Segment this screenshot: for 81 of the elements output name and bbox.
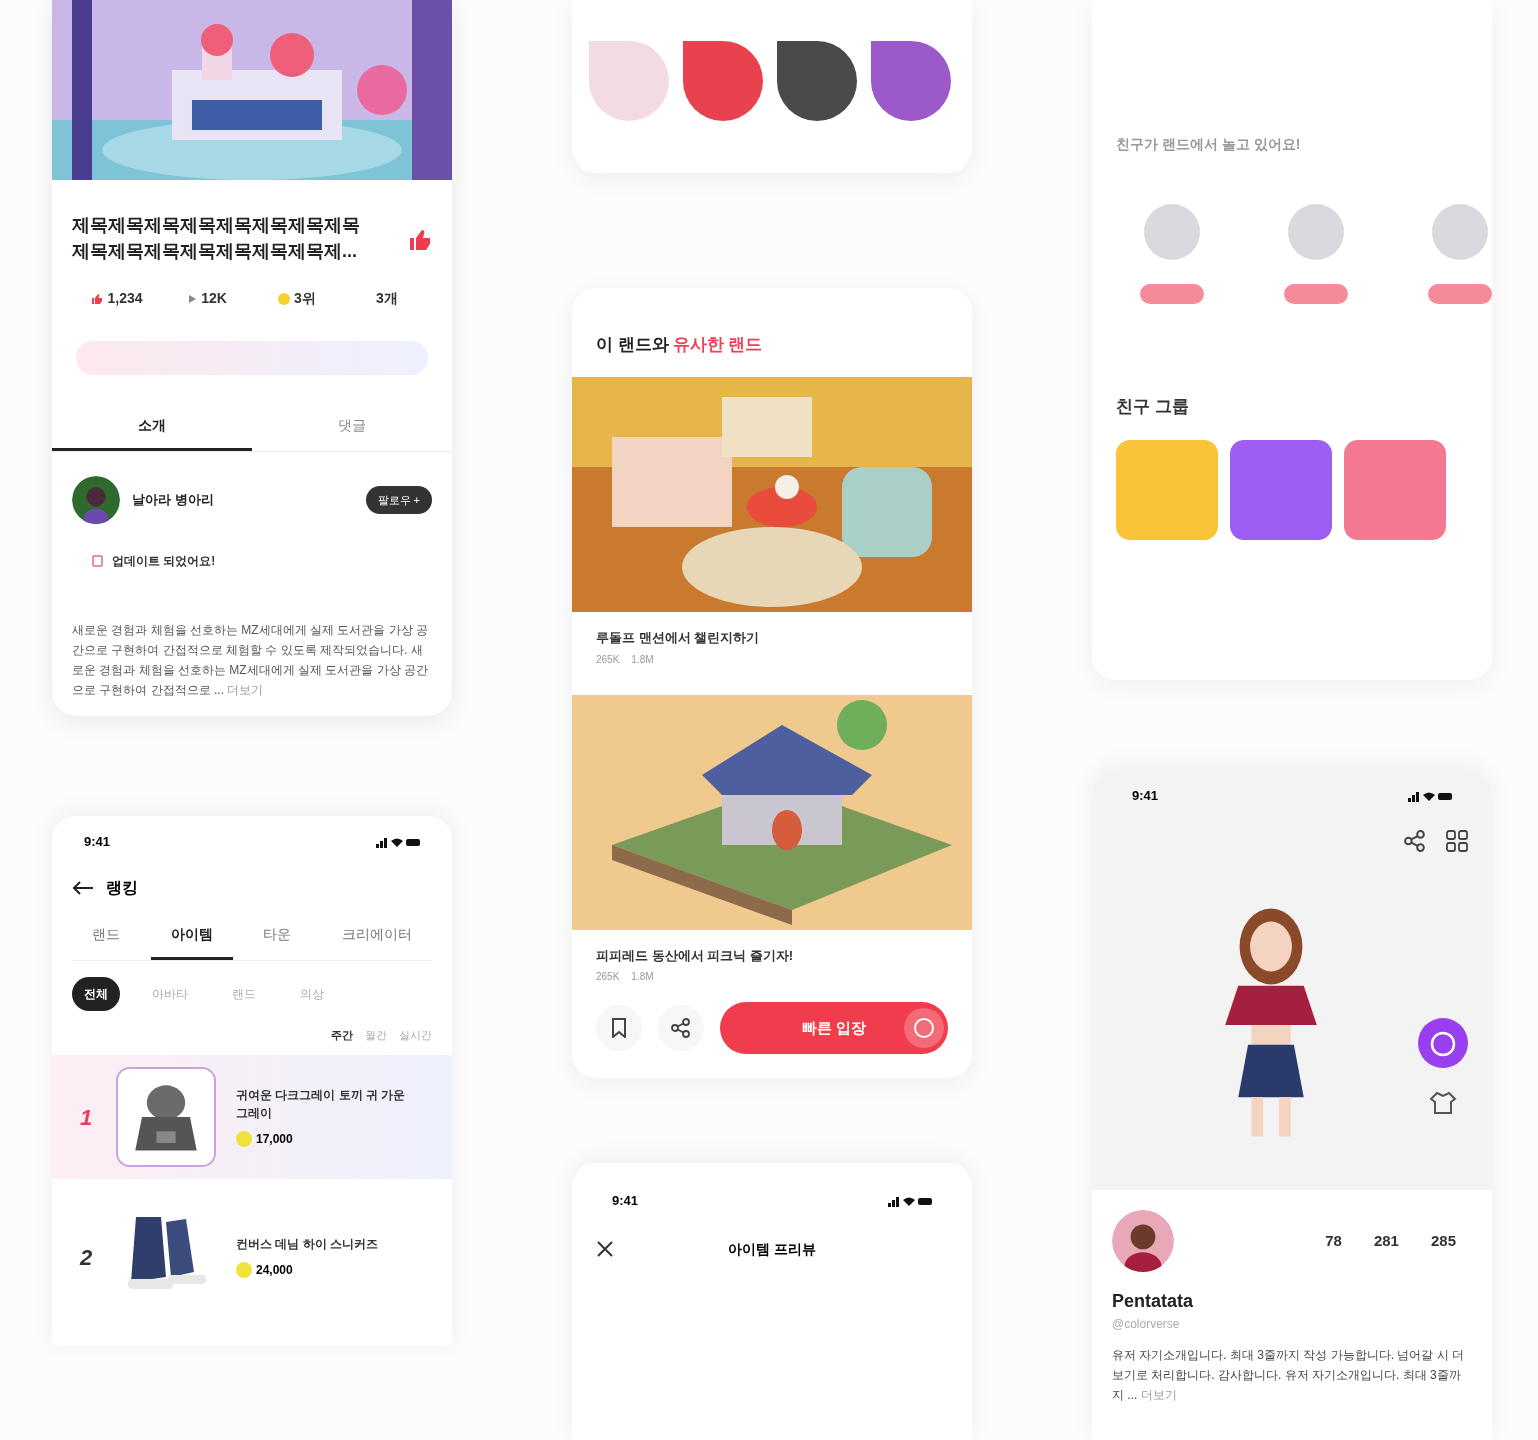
close-icon[interactable] bbox=[596, 1240, 614, 1259]
section-title: 친구가 랜드에서 놀고 있어요! bbox=[1116, 136, 1301, 152]
description: 새로운 경험과 체험을 선호하는 MZ세대에게 실제 도서관을 가상 공간으로 구현하여 간접적으로 체험할 수 있도록 제작되었습니다. 새로운 경험과 체험을 선호하는 MZ세대에게 실제 도서관을 가상 공간으로 구현하여 간접적으로 ... 더보기 bbox=[72, 622, 429, 699]
filter-chip[interactable]: 의상 bbox=[288, 976, 336, 1011]
land-title: 제목제목제목제목제목제목제목제목 제목제목제목제목제목제목제목제... bbox=[72, 214, 361, 263]
thumbs-up-icon[interactable] bbox=[408, 228, 432, 252]
section-title-accent: 유사한 랜드 bbox=[672, 333, 763, 356]
item-price: 17,000 bbox=[256, 1131, 293, 1148]
visit-pill[interactable] bbox=[1140, 284, 1204, 304]
likes-count: 265K bbox=[596, 652, 620, 667]
bookmark-button[interactable] bbox=[596, 1005, 642, 1052]
stat-value: 3위 bbox=[294, 289, 316, 308]
section-title: 이 랜드와 bbox=[596, 333, 669, 356]
visits-count: 1.8M bbox=[631, 970, 654, 985]
item-price: 24,000 bbox=[256, 1262, 293, 1279]
profile-name: Pentatata bbox=[1112, 1290, 1195, 1313]
brand-logo-icon[interactable] bbox=[870, 40, 952, 122]
land-title: 루돌프 맨션에서 챌린지하기 bbox=[595, 629, 761, 648]
more-link[interactable]: 더보기 bbox=[1140, 1388, 1177, 1402]
period-option[interactable]: 주간 bbox=[331, 1026, 353, 1043]
filter-chip[interactable]: 아바타 bbox=[140, 976, 200, 1011]
section-title: 친구 그룹 bbox=[1116, 396, 1190, 418]
visit-pill[interactable] bbox=[1284, 284, 1348, 304]
stat-value: 3개 bbox=[376, 289, 398, 308]
period-option[interactable]: 실시간 bbox=[399, 1026, 432, 1043]
profile-handle: @colorverse bbox=[1112, 1316, 1181, 1333]
status-time: 9:41 bbox=[84, 833, 111, 851]
tab[interactable]: 댓글 bbox=[252, 415, 452, 451]
friend-group-tile[interactable] bbox=[1116, 439, 1218, 540]
update-title: 업데이트 되었어요! bbox=[112, 553, 216, 570]
profile-stat: 281 bbox=[1373, 1230, 1399, 1251]
stat-value: 1,234 bbox=[107, 289, 143, 308]
status-time: 9:41 bbox=[1132, 787, 1159, 805]
visit-pill[interactable] bbox=[1428, 284, 1492, 304]
tab[interactable]: 타운 bbox=[243, 923, 312, 960]
filter-chip[interactable]: 전체 bbox=[72, 976, 120, 1011]
tab[interactable]: 아이템 bbox=[150, 923, 233, 960]
document-icon bbox=[92, 555, 104, 567]
likes-count: 265K bbox=[596, 970, 620, 985]
tab[interactable]: 크리에이터 bbox=[321, 923, 432, 960]
coin-icon bbox=[278, 292, 291, 305]
back-arrow-icon[interactable] bbox=[72, 879, 94, 896]
rank-number: 2 bbox=[80, 1243, 94, 1272]
rank-number: 1 bbox=[80, 1103, 94, 1132]
item-name: 컨버스 데님 하이 스니커즈 bbox=[236, 1236, 379, 1253]
status-icons bbox=[888, 1194, 932, 1207]
coin-icon bbox=[236, 1131, 252, 1147]
status-icons bbox=[376, 835, 420, 848]
share-icon[interactable] bbox=[1404, 829, 1426, 852]
play-icon bbox=[187, 293, 198, 304]
quick-enter-button[interactable]: 빠른 입장 bbox=[720, 1002, 948, 1055]
tab[interactable]: 랜드 bbox=[72, 923, 140, 960]
status-icons bbox=[1408, 789, 1452, 802]
creator-name: 날아라 병아리 bbox=[132, 491, 215, 510]
period-option[interactable]: 월간 bbox=[365, 1026, 387, 1043]
bookmark-icon bbox=[611, 1018, 627, 1039]
page-title: 아이템 프리뷰 bbox=[727, 1239, 817, 1259]
brand-logo-icon[interactable] bbox=[776, 40, 858, 122]
coin-icon bbox=[236, 1262, 252, 1278]
share-button[interactable] bbox=[658, 1005, 704, 1052]
brand-logo-icon[interactable] bbox=[682, 40, 764, 122]
share-icon bbox=[671, 1018, 691, 1039]
profile-bio: 유저 자기소개입니다. 최대 3줄까지 작성 가능합니다. 넘어갈 시 더보기로 처리합니다. 감사합니다. 유저 자기소개입니다. 최대 3줄까지 ... 더보기 bbox=[1112, 1347, 1465, 1404]
page-title: 랭킹 bbox=[106, 877, 138, 898]
visits-count: 1.8M bbox=[631, 652, 654, 667]
thumbs-up-icon bbox=[91, 292, 104, 305]
profile-stat: 285 bbox=[1430, 1230, 1456, 1251]
ranking-row[interactable]: 1 귀여운 다크그레이 토끼 귀 가운 그레이 17,000 bbox=[52, 1055, 452, 1179]
item-name: 귀여운 다크그레이 토끼 귀 가운 그레이 bbox=[236, 1087, 406, 1122]
more-link[interactable]: 더보기 bbox=[227, 683, 264, 697]
friend-group-tile[interactable] bbox=[1344, 439, 1446, 540]
status-time: 9:41 bbox=[612, 1192, 639, 1211]
friend-group-tile[interactable] bbox=[1230, 439, 1332, 540]
stat-value: 12K bbox=[201, 289, 227, 308]
profile-stat: 78 bbox=[1325, 1230, 1342, 1251]
tab[interactable]: 소개 bbox=[52, 415, 252, 451]
grid-icon[interactable] bbox=[1446, 829, 1468, 852]
follow-button[interactable]: 팔로우 + bbox=[365, 485, 432, 515]
land-title: 피피레드 동산에서 피크닉 즐기자! bbox=[595, 946, 795, 965]
ranking-row[interactable]: 2 컨버스 데님 하이 스니커즈 24,000 bbox=[52, 1195, 452, 1319]
filter-chip[interactable]: 랜드 bbox=[220, 976, 268, 1011]
